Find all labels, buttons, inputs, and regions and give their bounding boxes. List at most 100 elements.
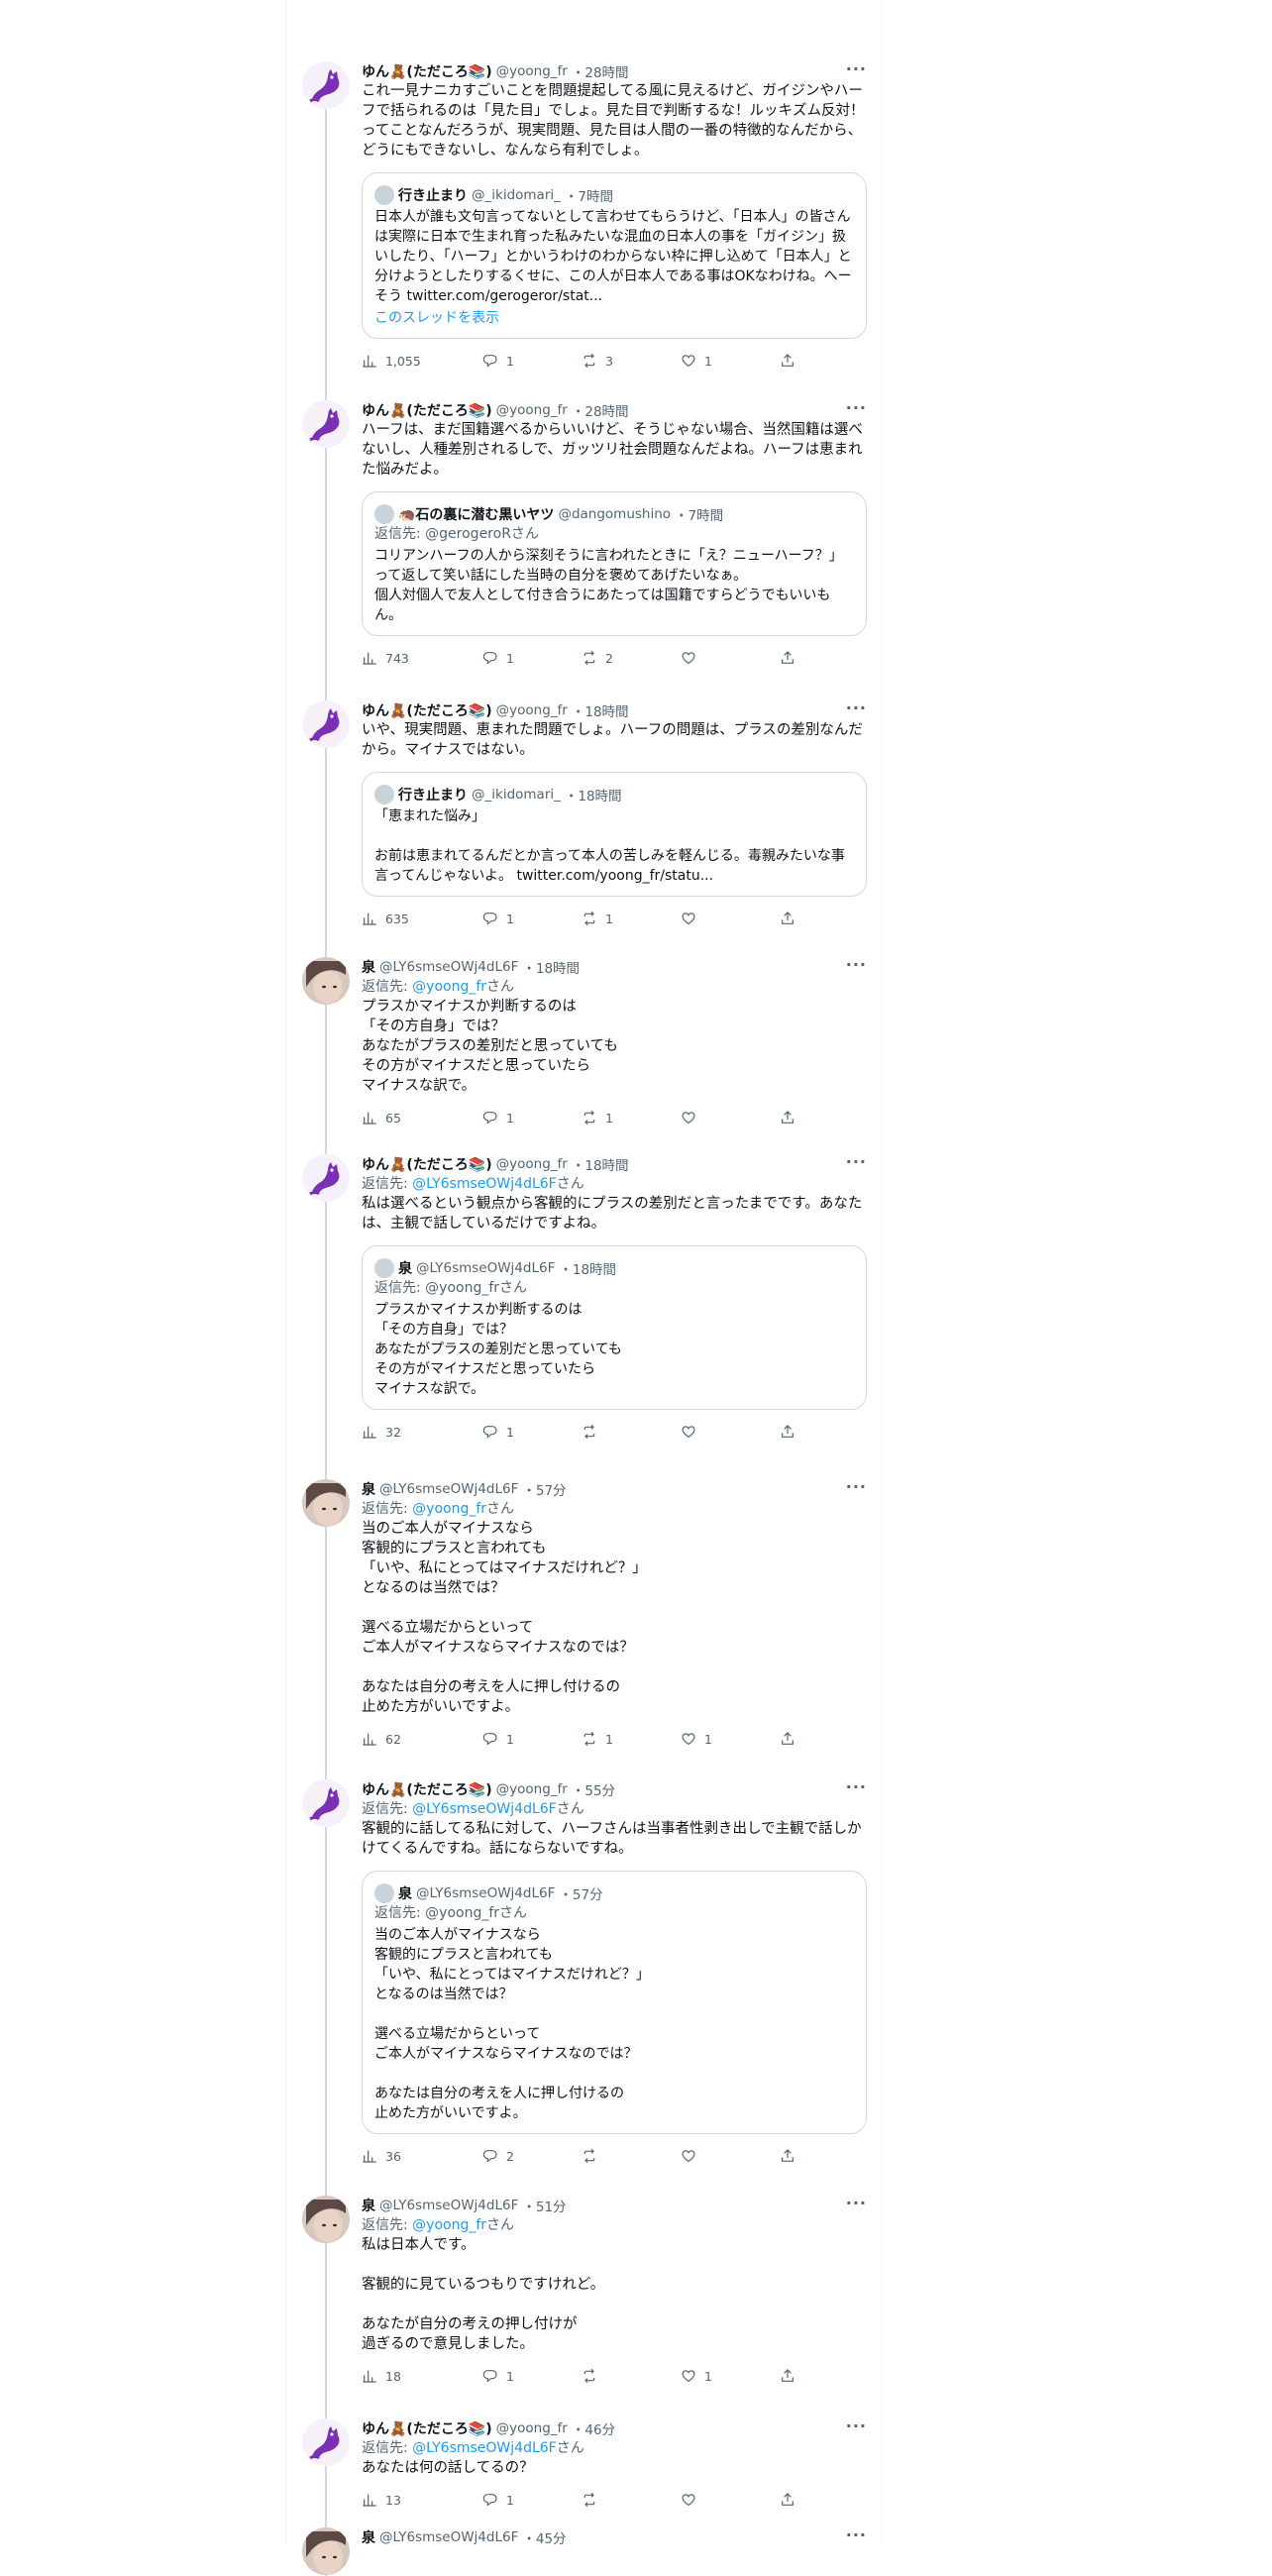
more-options-icon[interactable]: ···: [846, 1479, 867, 1495]
timestamp[interactable]: 45分: [536, 2527, 567, 2547]
like-button[interactable]: 1: [681, 1731, 780, 1747]
user-handle[interactable]: @yoong_fr: [496, 2420, 568, 2436]
avatar[interactable]: [302, 1779, 350, 1827]
share-button[interactable]: [780, 1731, 809, 1747]
avatar[interactable]: [302, 400, 350, 448]
timestamp[interactable]: 55分: [584, 1779, 615, 1799]
more-options-icon[interactable]: ···: [846, 61, 867, 77]
avatar[interactable]: [302, 61, 350, 109]
reply-button[interactable]: 1: [482, 650, 582, 666]
views-button[interactable]: 13: [362, 2492, 482, 2508]
timestamp[interactable]: 18時間: [536, 957, 580, 977]
avatar[interactable]: [302, 2196, 350, 2243]
more-options-icon[interactable]: ···: [846, 2196, 867, 2211]
timestamp[interactable]: 28時間: [584, 61, 628, 81]
quoted-tweet[interactable]: 🦔石の裏に潜む黒いヤツ @dangomushino ・ 7時間 返信先: @geroge…: [362, 491, 867, 636]
reply-button[interactable]: 1: [482, 2492, 582, 2508]
retweet-button[interactable]: 1: [582, 1731, 681, 1747]
retweet-button[interactable]: [582, 1424, 681, 1440]
views-button[interactable]: 635: [362, 911, 482, 926]
more-options-icon[interactable]: ···: [846, 957, 867, 973]
reply-button[interactable]: 1: [482, 1110, 582, 1126]
more-options-icon[interactable]: ···: [846, 1154, 867, 1170]
user-handle[interactable]: @LY6smseOWj4dL6F: [379, 2198, 518, 2213]
display-name[interactable]: ゆん🧸(ただころ📚): [362, 2418, 492, 2438]
share-button[interactable]: [780, 1110, 809, 1126]
retweet-button[interactable]: 1: [582, 911, 681, 926]
retweet-button[interactable]: 2: [582, 650, 681, 666]
more-options-icon[interactable]: ···: [846, 2527, 867, 2543]
user-handle[interactable]: @LY6smseOWj4dL6F: [379, 959, 518, 975]
timestamp[interactable]: 28時間: [584, 400, 628, 420]
display-name[interactable]: 泉: [362, 2527, 375, 2547]
reply-button[interactable]: 1: [482, 1424, 582, 1440]
timestamp[interactable]: 18時間: [584, 700, 628, 720]
share-button[interactable]: [780, 353, 809, 369]
share-button[interactable]: [780, 911, 809, 926]
like-button[interactable]: [681, 911, 780, 926]
more-options-icon[interactable]: ···: [846, 1779, 867, 1795]
user-handle[interactable]: @LY6smseOWj4dL6F: [379, 2529, 518, 2545]
quoted-tweet[interactable]: 行き止まり @_ikidomari_ ・ 18時間 「恵まれた悩み」 お前は恵まれてるん…: [362, 772, 867, 897]
display-name[interactable]: 泉: [362, 2196, 375, 2215]
share-button[interactable]: [780, 2492, 809, 2508]
reply-button[interactable]: 1: [482, 911, 582, 926]
views-button[interactable]: 62: [362, 1731, 482, 1747]
display-name[interactable]: ゆん🧸(ただころ📚): [362, 61, 492, 81]
avatar[interactable]: [302, 957, 350, 1005]
avatar[interactable]: [302, 2527, 350, 2575]
user-handle[interactable]: @yoong_fr: [496, 702, 568, 718]
share-button[interactable]: [780, 1424, 809, 1440]
display-name[interactable]: ゆん🧸(ただころ📚): [362, 1154, 492, 1174]
like-button[interactable]: [681, 2148, 780, 2164]
show-thread-link[interactable]: このスレッドを表示: [374, 308, 854, 328]
more-options-icon[interactable]: ···: [846, 700, 867, 716]
reply-mention[interactable]: @LY6smseOWj4dL6F: [412, 1801, 557, 1817]
retweet-button[interactable]: [582, 2148, 681, 2164]
user-handle[interactable]: @yoong_fr: [496, 63, 568, 79]
display-name[interactable]: ゆん🧸(ただころ📚): [362, 700, 492, 720]
avatar[interactable]: [302, 1479, 350, 1527]
timestamp[interactable]: 46分: [584, 2418, 615, 2438]
display-name[interactable]: ゆん🧸(ただころ📚): [362, 1779, 492, 1799]
user-handle[interactable]: @yoong_fr: [496, 1781, 568, 1797]
quoted-tweet[interactable]: 泉 @LY6smseOWj4dL6F ・ 18時間 返信先: @yoong_frさん プラ…: [362, 1245, 867, 1410]
reply-mention[interactable]: @yoong_fr: [412, 2217, 486, 2233]
reply-mention[interactable]: @yoong_fr: [412, 1501, 486, 1517]
timestamp[interactable]: 57分: [536, 1479, 567, 1499]
views-button[interactable]: 65: [362, 1110, 482, 1126]
quoted-tweet[interactable]: 行き止まり @_ikidomari_ ・ 7時間 日本人が誰も文句言ってないとして言わせ…: [362, 172, 867, 339]
views-button[interactable]: 18: [362, 2368, 482, 2384]
like-button[interactable]: [681, 2492, 780, 2508]
reply-mention[interactable]: @LY6smseOWj4dL6F: [412, 2440, 557, 2456]
more-options-icon[interactable]: ···: [846, 2418, 867, 2434]
views-button[interactable]: 743: [362, 650, 482, 666]
reply-button[interactable]: 2: [482, 2148, 582, 2164]
like-button[interactable]: [681, 1424, 780, 1440]
display-name[interactable]: 泉: [362, 957, 375, 977]
like-button[interactable]: 1: [681, 2368, 780, 2384]
timestamp[interactable]: 51分: [536, 2196, 567, 2215]
views-button[interactable]: 1,055: [362, 353, 482, 369]
reply-mention[interactable]: @yoong_fr: [412, 979, 486, 995]
quoted-tweet[interactable]: 泉 @LY6smseOWj4dL6F ・ 57分 返信先: @yoong_frさん 当のご…: [362, 1871, 867, 2134]
user-handle[interactable]: @yoong_fr: [496, 1156, 568, 1172]
reply-button[interactable]: 1: [482, 1731, 582, 1747]
share-button[interactable]: [780, 650, 809, 666]
retweet-button[interactable]: [582, 2368, 681, 2384]
views-button[interactable]: 32: [362, 1424, 482, 1440]
more-options-icon[interactable]: ···: [846, 400, 867, 416]
retweet-button[interactable]: 3: [582, 353, 681, 369]
user-handle[interactable]: @yoong_fr: [496, 402, 568, 418]
user-handle[interactable]: @LY6smseOWj4dL6F: [379, 1481, 518, 1497]
like-button[interactable]: [681, 650, 780, 666]
reply-mention[interactable]: @LY6smseOWj4dL6F: [412, 1176, 557, 1192]
timestamp[interactable]: 18時間: [584, 1154, 628, 1174]
avatar[interactable]: [302, 1154, 350, 1202]
avatar[interactable]: [302, 700, 350, 748]
share-button[interactable]: [780, 2148, 809, 2164]
like-button[interactable]: 1: [681, 353, 780, 369]
display-name[interactable]: 泉: [362, 1479, 375, 1499]
display-name[interactable]: ゆん🧸(ただころ📚): [362, 400, 492, 420]
avatar[interactable]: [302, 2418, 350, 2466]
